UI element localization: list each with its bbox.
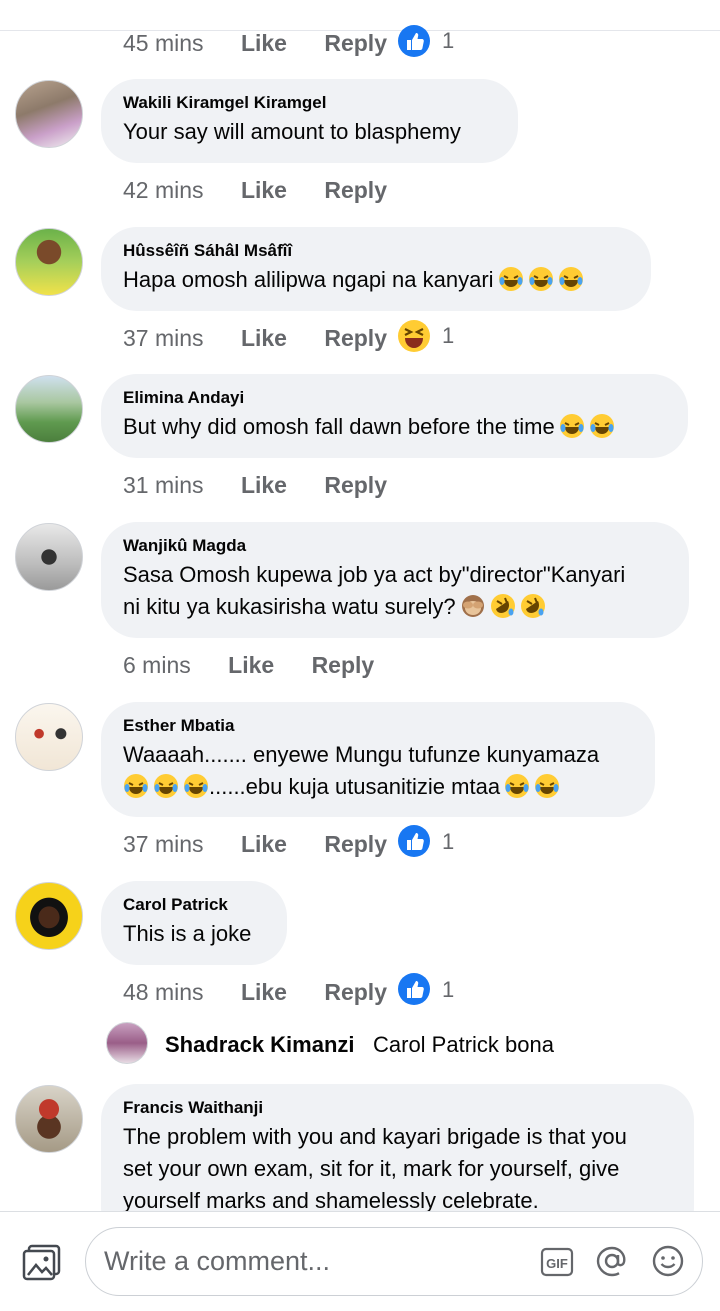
reply-button[interactable]: Reply — [324, 323, 387, 353]
gif-icon[interactable]: GIF — [540, 1246, 574, 1278]
photo-icon[interactable] — [22, 1243, 62, 1281]
avatar[interactable] — [15, 375, 83, 443]
like-reaction-icon[interactable] — [398, 825, 430, 857]
comment-bubble: Elimina Andayi But why did omosh fall da… — [101, 374, 688, 458]
comment-time: 48 mins — [123, 979, 204, 1005]
emoji-icon[interactable] — [651, 1244, 685, 1278]
commenter-name[interactable]: Elimina Andayi — [123, 388, 666, 408]
comment-time: 42 mins — [123, 177, 204, 203]
comment-text: Hapa omosh alilipwa ngapi na kanyari — [123, 264, 629, 296]
comment-meta: 48 mins Like Reply — [123, 977, 387, 1007]
avatar[interactable] — [15, 80, 83, 148]
like-button[interactable]: Like — [241, 977, 287, 1007]
see-no-evil-monkey-icon — [461, 595, 484, 617]
comment-bubble: Wanjikû Magda Sasa Omosh kupewa job ya a… — [101, 522, 689, 638]
reply-button[interactable]: Reply — [324, 829, 387, 859]
comment-text-line: Waaaah....... enyewe Mungu tufunze kunya… — [123, 742, 600, 767]
like-button[interactable]: Like — [228, 650, 274, 680]
comment-time: 37 mins — [123, 325, 204, 351]
like-reaction-icon[interactable] — [398, 25, 430, 57]
commenter-name[interactable]: Esther Mbatia — [123, 716, 633, 736]
reaction-count: 1 — [442, 977, 455, 1002]
avatar[interactable] — [15, 523, 83, 591]
tears-of-joy-icon — [498, 267, 523, 291]
commenter-name[interactable]: Wanjikû Magda — [123, 536, 667, 556]
avatar[interactable] — [106, 1022, 148, 1064]
comment-text-line: The problem with you and kayari brigade … — [123, 1124, 627, 1149]
like-reaction-icon[interactable] — [398, 973, 430, 1005]
rolling-laughing-icon — [490, 594, 515, 618]
mention-icon[interactable] — [595, 1244, 629, 1278]
comment-text: Waaaah....... enyewe Mungu tufunze kunya… — [123, 739, 633, 803]
laughing-squint-icon[interactable] — [397, 319, 431, 353]
tears-of-joy-icon — [528, 267, 553, 291]
reply-button[interactable]: Reply — [324, 175, 387, 205]
comment-text-line: ni kitu ya kukasirisha watu surely? — [123, 594, 456, 619]
reply-button[interactable]: Reply — [324, 28, 387, 58]
comment-bubble: Wakili Kiramgel Kiramgel Your say will a… — [101, 79, 518, 163]
comment-time: 6 mins — [123, 652, 191, 678]
tears-of-joy-icon — [184, 774, 208, 798]
comment-meta: 37 mins Like Reply — [123, 323, 387, 353]
commenter-name[interactable]: Carol Patrick — [123, 895, 265, 915]
commenter-name[interactable]: Francis Waithanji — [123, 1098, 672, 1118]
comment-text: The problem with you and kayari brigade … — [123, 1121, 672, 1217]
commenter-name[interactable]: Wakili Kiramgel Kiramgel — [123, 93, 496, 113]
like-button[interactable]: Like — [241, 323, 287, 353]
comment-time: 31 mins — [123, 472, 204, 498]
comment-bubble: Carol Patrick This is a joke — [101, 881, 287, 965]
reply-author-name[interactable]: Shadrack Kimanzi — [165, 1032, 355, 1058]
comment-time: 37 mins — [123, 831, 204, 857]
commenter-name[interactable]: Hûssêîñ Sáhâl Msâfîî — [123, 241, 629, 261]
avatar[interactable] — [15, 882, 83, 950]
reply-text: Carol Patrick bona — [373, 1032, 554, 1057]
comment-time: 45 mins — [123, 30, 204, 56]
comment-text-line: ......ebu kuja utusanitizie mtaa — [209, 774, 501, 799]
tears-of-joy-icon — [535, 774, 560, 798]
comment-text: Your say will amount to blasphemy — [123, 119, 461, 144]
rolling-laughing-icon — [520, 594, 545, 618]
comment-input[interactable]: Write a comment... GIF — [85, 1227, 703, 1296]
like-button[interactable]: Like — [241, 470, 287, 500]
reaction-count: 1 — [442, 28, 455, 53]
avatar[interactable] — [15, 228, 83, 296]
comment-text-line: set your own exam, sit for it, mark for … — [123, 1156, 620, 1181]
like-button[interactable]: Like — [241, 829, 287, 859]
tears-of-joy-icon — [559, 414, 584, 438]
avatar[interactable] — [15, 703, 83, 771]
like-button[interactable]: Like — [241, 28, 287, 58]
comment-bubble: Esther Mbatia Waaaah....... enyewe Mungu… — [101, 702, 655, 817]
comment-meta: 45 mins Like Reply — [123, 28, 387, 58]
gif-label: GIF — [546, 1256, 568, 1271]
comment-meta: 42 mins Like Reply — [123, 175, 387, 205]
comment-text-line: Sasa Omosh kupewa job ya act by"director… — [123, 562, 626, 587]
comment-meta: 37 mins Like Reply — [123, 829, 387, 859]
comment-text: This is a joke — [123, 921, 252, 946]
comment-input-placeholder: Write a comment... — [104, 1246, 331, 1276]
comment-meta: 6 mins Like Reply — [123, 650, 374, 680]
comment-meta: 31 mins Like Reply — [123, 470, 387, 500]
reaction-count: 1 — [442, 829, 455, 854]
reply-button[interactable]: Reply — [312, 650, 375, 680]
comment-text: Sasa Omosh kupewa job ya act by"director… — [123, 559, 667, 623]
reply-button[interactable]: Reply — [324, 470, 387, 500]
reaction-count: 1 — [442, 323, 455, 348]
tears-of-joy-icon — [558, 267, 583, 291]
avatar[interactable] — [15, 1085, 83, 1153]
comment-text-line: Hapa omosh alilipwa ngapi na kanyari — [123, 267, 494, 292]
tears-of-joy-icon — [505, 774, 530, 798]
comment-text: But why did omosh fall dawn before the t… — [123, 411, 666, 443]
comment-composer-bar: Write a comment... GIF — [0, 1211, 720, 1311]
comment-text-line: But why did omosh fall dawn before the t… — [123, 414, 555, 439]
reply-button[interactable]: Reply — [324, 977, 387, 1007]
comment-bubble: Hûssêîñ Sáhâl Msâfîî Hapa omosh alilipwa… — [101, 227, 651, 311]
like-button[interactable]: Like — [241, 175, 287, 205]
tears-of-joy-icon — [124, 774, 148, 798]
tears-of-joy-icon — [154, 774, 178, 798]
tears-of-joy-icon — [589, 414, 614, 438]
